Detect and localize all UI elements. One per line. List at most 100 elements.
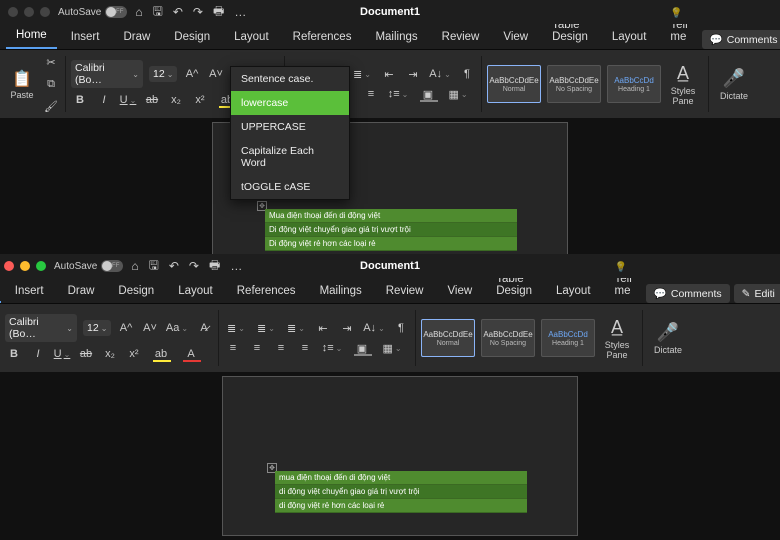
tab-home[interactable]: ne xyxy=(0,278,1,303)
table-row[interactable]: di động việt chuyển giao giá trị vượt tr… xyxy=(275,485,527,499)
sub-button[interactable]: x₂ xyxy=(101,346,119,362)
document-canvas[interactable]: ✥ mua điện thoại đến di động việt di độn… xyxy=(0,372,780,540)
align-left-button[interactable]: ≡ xyxy=(224,340,242,356)
dictate-button[interactable]: 🎤Dictate xyxy=(648,308,688,368)
sort-button[interactable]: A↓ xyxy=(362,320,386,336)
sub-button[interactable]: x₂ xyxy=(167,92,185,108)
tab-mailings[interactable]: Mailings xyxy=(365,26,427,49)
menu-toggle-case[interactable]: tOGGLE cASE xyxy=(231,175,349,199)
sup-button[interactable]: x² xyxy=(191,92,209,108)
menu-lowercase[interactable]: lowercase xyxy=(231,91,349,115)
undo-icon[interactable]: ↶ xyxy=(169,259,179,273)
paste-button[interactable]: 📋Paste xyxy=(4,69,40,100)
tab-draw[interactable]: Draw xyxy=(58,280,105,303)
menu-capitalize-each-word[interactable]: Capitalize Each Word xyxy=(231,139,349,175)
outdent-button[interactable]: ⇤ xyxy=(314,320,332,336)
home-icon[interactable]: ⌂ xyxy=(135,5,142,19)
undo-icon[interactable]: ↶ xyxy=(173,5,183,19)
tab-home[interactable]: Home xyxy=(6,24,57,49)
shading-button[interactable]: ▣ xyxy=(350,340,374,356)
save-icon[interactable]: 🖫 xyxy=(149,256,159,277)
tab-layout[interactable]: Layout xyxy=(168,280,223,303)
strike-button[interactable]: ab xyxy=(77,346,95,362)
autosave-toggle[interactable]: AutoSave OFF xyxy=(54,260,123,272)
home-icon[interactable]: ⌂ xyxy=(131,259,138,273)
print-icon[interactable]: 🖶 xyxy=(213,2,224,23)
underline-button[interactable]: U xyxy=(119,92,137,108)
page[interactable]: ✥ mua điện thoại đến di động việt di độn… xyxy=(222,376,578,536)
tab-references[interactable]: References xyxy=(283,26,362,49)
highlight-button[interactable]: ab xyxy=(149,346,173,362)
tab-draw[interactable]: Draw xyxy=(113,26,160,49)
multilevel-button[interactable]: ≣ xyxy=(284,320,308,336)
tab-design[interactable]: Design xyxy=(164,26,220,49)
table[interactable]: Mua điện thoại đến di động việt Di động … xyxy=(265,209,517,251)
borders-button[interactable]: ▦ xyxy=(380,340,404,356)
format-painter-icon[interactable]: 🖌 xyxy=(42,98,60,114)
tab-insert[interactable]: Insert xyxy=(61,26,110,49)
tab-review[interactable]: Review xyxy=(376,280,434,303)
table-row[interactable]: di động việt rẻ hơn các loại rẻ xyxy=(275,499,527,513)
print-icon[interactable]: 🖶 xyxy=(209,256,220,277)
tab-layout-2[interactable]: Layout xyxy=(602,26,657,49)
borders-button[interactable]: ▦ xyxy=(446,86,470,102)
style-heading1[interactable]: AaBbCcDdHeading 1 xyxy=(607,65,661,103)
tab-mailings[interactable]: Mailings xyxy=(310,280,372,303)
clear-format-icon[interactable]: A̷ xyxy=(195,320,213,336)
justify-button[interactable]: ≡ xyxy=(296,340,314,356)
menu-uppercase[interactable]: UPPERCASE xyxy=(231,115,349,139)
shading-button[interactable]: ▣ xyxy=(416,86,440,102)
save-icon[interactable]: 🖫 xyxy=(153,2,163,23)
style-nospacing[interactable]: AaBbCcDdEeNo Spacing xyxy=(481,319,535,357)
tab-view[interactable]: View xyxy=(437,280,482,303)
table-row[interactable]: mua điện thoại đến di động việt xyxy=(275,471,527,485)
shrink-font-icon[interactable]: A˅ xyxy=(207,66,225,82)
sup-button[interactable]: x² xyxy=(125,346,143,362)
italic-button[interactable]: I xyxy=(95,92,113,108)
tab-insert[interactable]: Insert xyxy=(5,280,54,303)
bold-button[interactable]: B xyxy=(5,346,23,362)
multilevel-button[interactable]: ≣ xyxy=(350,66,374,82)
tab-review[interactable]: Review xyxy=(432,26,490,49)
style-heading1[interactable]: AaBbCcDdHeading 1 xyxy=(541,319,595,357)
italic-button[interactable]: I xyxy=(29,346,47,362)
cut-icon[interactable]: ✂ xyxy=(42,54,60,70)
tab-layout[interactable]: Layout xyxy=(224,26,279,49)
line-spacing-button[interactable]: ↕≡ xyxy=(320,340,344,356)
font-size-combo[interactable]: 12⌄ xyxy=(149,66,177,82)
table[interactable]: mua điện thoại đến di động việt di động … xyxy=(275,471,527,513)
autosave-toggle[interactable]: AutoSave OFF xyxy=(58,6,127,18)
tab-layout-2[interactable]: Layout xyxy=(546,280,601,303)
font-size-combo[interactable]: 12⌄ xyxy=(83,320,111,336)
outdent-button[interactable]: ⇤ xyxy=(380,66,398,82)
grow-font-icon[interactable]: A^ xyxy=(183,66,201,82)
editing-button[interactable]: ✎ Editi xyxy=(734,284,780,303)
bullets-button[interactable]: ≣ xyxy=(224,320,248,336)
tab-view[interactable]: View xyxy=(493,26,538,49)
table-row[interactable]: Mua điện thoại đến di động việt xyxy=(265,209,517,223)
line-spacing-button[interactable]: ↕≡ xyxy=(386,86,410,102)
justify-button[interactable]: ≡ xyxy=(362,86,380,102)
indent-button[interactable]: ⇥ xyxy=(338,320,356,336)
dictate-button[interactable]: 🎤Dictate xyxy=(714,54,754,114)
redo-icon[interactable]: ↷ xyxy=(189,259,199,273)
table-row[interactable]: Di động việt rẻ hơn các loại rẻ xyxy=(265,237,517,251)
style-normal[interactable]: AaBbCcDdEeNormal xyxy=(487,65,541,103)
style-nospacing[interactable]: AaBbCcDdEeNo Spacing xyxy=(547,65,601,103)
styles-pane-button[interactable]: A̲Styles Pane xyxy=(597,308,637,368)
menu-sentence-case[interactable]: Sentence case. xyxy=(231,67,349,91)
sort-button[interactable]: A↓ xyxy=(428,66,452,82)
strike-button[interactable]: ab xyxy=(143,92,161,108)
bold-button[interactable]: B xyxy=(71,92,89,108)
numbering-button[interactable]: ≣ xyxy=(254,320,278,336)
showmarks-button[interactable]: ¶ xyxy=(458,66,476,82)
tab-references[interactable]: References xyxy=(227,280,306,303)
shrink-font-icon[interactable]: A˅ xyxy=(141,320,159,336)
styles-pane-button[interactable]: A̲Styles Pane xyxy=(663,54,703,114)
comments-button[interactable]: 💬 Comments xyxy=(646,284,730,303)
align-center-button[interactable]: ≡ xyxy=(248,340,266,356)
more-icon[interactable]: … xyxy=(234,5,246,19)
more-icon[interactable]: … xyxy=(230,259,242,273)
align-right-button[interactable]: ≡ xyxy=(272,340,290,356)
font-name-combo[interactable]: Calibri (Bo…⌄ xyxy=(71,60,143,88)
